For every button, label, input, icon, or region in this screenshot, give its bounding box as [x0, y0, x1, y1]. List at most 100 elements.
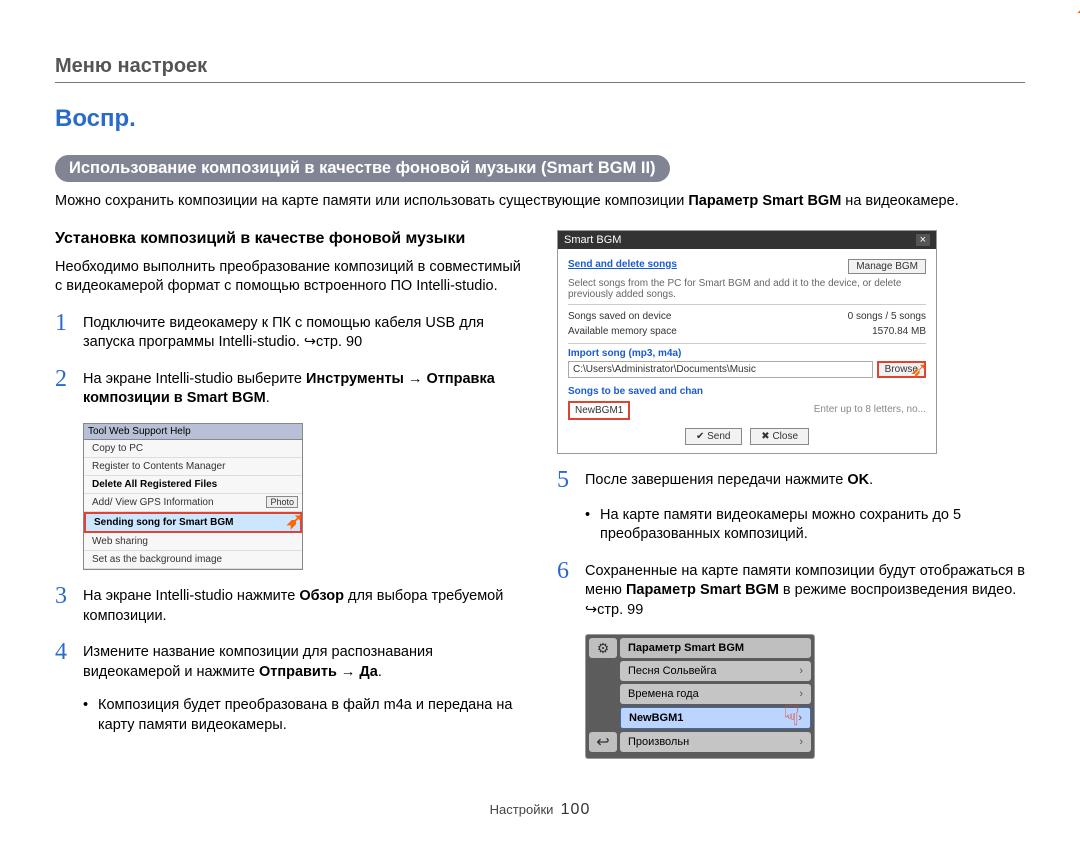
step-body: Измените название композиции для распозн…	[83, 643, 523, 682]
tool-menu: Tool Web Support Help Copy to PC Registe…	[83, 423, 303, 570]
bullet: • Композиция будет преобразована в файл …	[83, 696, 523, 735]
text: →	[404, 371, 427, 387]
dialog-desc: Select songs from the PC for Smart BGM a…	[568, 278, 926, 300]
back-icon[interactable]: ↩	[589, 732, 617, 752]
step-number: 5	[557, 468, 577, 492]
step-number: 4	[55, 640, 75, 682]
menu-list: Copy to PC Register to Contents Manager …	[84, 440, 302, 569]
step-number: 1	[55, 311, 75, 353]
text: На экране Intelli-studio выберите	[83, 371, 306, 387]
gear-icon[interactable]: ⚙	[589, 638, 617, 658]
chevron-right-icon: ›	[799, 736, 803, 748]
text: на видеокамере.	[841, 193, 958, 209]
close-icon[interactable]: ×	[916, 234, 930, 246]
label: Available memory space	[568, 326, 677, 337]
step-number: 6	[557, 559, 577, 621]
bgm-list-header: Параметр Smart BGM	[620, 638, 811, 658]
bullet-text: На карте памяти видеокамеры можно сохран…	[600, 506, 1025, 545]
figure-smart-bgm-dialog: Smart BGM × Send and delete songs Manage…	[557, 230, 1025, 454]
close-button[interactable]: ✖ Close	[750, 428, 809, 445]
send-button[interactable]: ✔ Send	[685, 428, 742, 445]
text: Можно сохранить композиции на карте памя…	[55, 193, 688, 209]
menu-item[interactable]: Copy to PC	[84, 440, 302, 458]
step-number: 3	[55, 584, 75, 626]
page-footer: Настройки 100	[55, 801, 1025, 819]
value: NewBGM1	[575, 405, 623, 416]
step-body: На экране Intelli-studio нажмите Обзор д…	[83, 587, 523, 626]
dialog-titlebar: Smart BGM ×	[558, 231, 936, 249]
bold: Отправить	[259, 664, 337, 680]
browse-button[interactable]: Browse ➶	[877, 361, 926, 378]
menu-item[interactable]: Add/ View GPS Information Photo	[84, 494, 302, 512]
link[interactable]: Send and delete songs	[568, 259, 677, 274]
bullet-dot: •	[585, 506, 593, 545]
label: NewBGM1	[629, 712, 683, 724]
dialog-title: Smart BGM	[564, 234, 621, 246]
subheading: Установка композиций в качестве фоновой …	[55, 230, 523, 248]
step-body: На экране Intelli-studio выберите Инстру…	[83, 370, 523, 409]
label: Произвольн	[628, 736, 689, 748]
bold: Да	[359, 664, 377, 680]
label: Browse	[885, 364, 918, 375]
text: .	[869, 472, 873, 488]
label: Close	[772, 431, 798, 442]
label: Send	[707, 431, 730, 442]
dialog-footer: ✔ Send ✖ Close	[568, 428, 926, 445]
label: Времена года	[628, 688, 699, 700]
hand-pointer-icon: ☟	[783, 699, 800, 732]
text: .	[266, 390, 270, 406]
label: Import song (mp3, m4a)	[568, 348, 681, 359]
menu-item[interactable]: Delete All Registered Files	[84, 476, 302, 494]
step-1: 1 Подключите видеокамеру к ПК с помощью …	[55, 311, 523, 353]
song-name-field[interactable]: NewBGM1 ➶	[568, 401, 630, 420]
value: 0 songs / 5 songs	[848, 311, 926, 322]
text: После завершения передачи нажмите	[585, 472, 847, 488]
list-item[interactable]: Произвольн ›	[620, 732, 811, 752]
figure-tool-menu: Tool Web Support Help Copy to PC Registe…	[83, 423, 523, 570]
left-column: Установка композиций в качестве фоновой …	[55, 230, 523, 774]
list-item[interactable]: Песня Сольвейга ›	[620, 661, 811, 681]
label: Delete All Registered Files	[92, 479, 217, 490]
label: Add/ View GPS Information	[92, 497, 214, 508]
list-item-selected[interactable]: NewBGM1› ☟	[620, 707, 811, 729]
bold: OK	[847, 472, 869, 488]
step-3: 3 На экране Intelli-studio нажмите Обзор…	[55, 584, 523, 626]
page-title: Воспр.	[55, 105, 1025, 133]
bullet-text: Композиция будет преобразована в файл m4…	[98, 696, 523, 735]
dialog: Smart BGM × Send and delete songs Manage…	[557, 230, 937, 454]
dialog-body: Send and delete songs Manage BGM Select …	[558, 249, 936, 453]
label: Sending song for Smart BGM	[94, 517, 233, 528]
bold: Обзор	[299, 588, 344, 604]
tag: Photo	[266, 496, 298, 508]
step-6: 6 Сохраненные на карте памяти композиции…	[557, 559, 1025, 621]
hint: Enter up to 8 letters, no...	[814, 404, 926, 415]
bgm-list: ⚙ Параметр Smart BGM Песня Сольвейга › Вр…	[585, 634, 815, 759]
menu-item[interactable]: Set as the background image	[84, 551, 302, 569]
step-body: Подключите видеокамеру к ПК с помощью ка…	[83, 314, 523, 353]
bold: Инструменты	[306, 371, 404, 387]
step-number: 2	[55, 367, 75, 409]
breadcrumb: Меню настроек	[55, 55, 1025, 78]
import-path-field[interactable]: C:\Users\Administrator\Documents\Music	[568, 361, 873, 378]
step-body: После завершения передачи нажмите OK.	[585, 471, 873, 492]
bullet: • На карте памяти видеокамеры можно сохр…	[585, 506, 1025, 545]
page-number: 100	[561, 801, 591, 818]
figure-bgm-list: ⚙ Параметр Smart BGM Песня Сольвейга › Вр…	[585, 634, 1025, 759]
manage-bgm-button[interactable]: Manage BGM	[848, 259, 926, 274]
intro-text: Можно сохранить композиции на карте памя…	[55, 192, 1025, 212]
text: .	[378, 664, 382, 680]
section-pill: Использование композиций в качестве фоно…	[55, 155, 670, 182]
bullet-dot: •	[83, 696, 91, 735]
menu-item[interactable]: Register to Contents Manager	[84, 458, 302, 476]
footer-label: Настройки	[490, 802, 554, 817]
label: Songs to be saved and chan	[568, 386, 926, 397]
paragraph: Необходимо выполнить преобразование комп…	[55, 258, 523, 297]
label: Песня Сольвейга	[628, 665, 716, 677]
pointer-icon: ➶	[1076, 0, 1080, 22]
pointer-icon: ➶	[286, 508, 304, 534]
menu-item[interactable]: Web sharing	[84, 533, 302, 551]
menu-item-highlighted[interactable]: Sending song for Smart BGM ➶	[84, 512, 302, 533]
chevron-right-icon: ›	[799, 665, 803, 677]
right-column: Smart BGM × Send and delete songs Manage…	[557, 230, 1025, 774]
label: Songs saved on device	[568, 311, 671, 322]
